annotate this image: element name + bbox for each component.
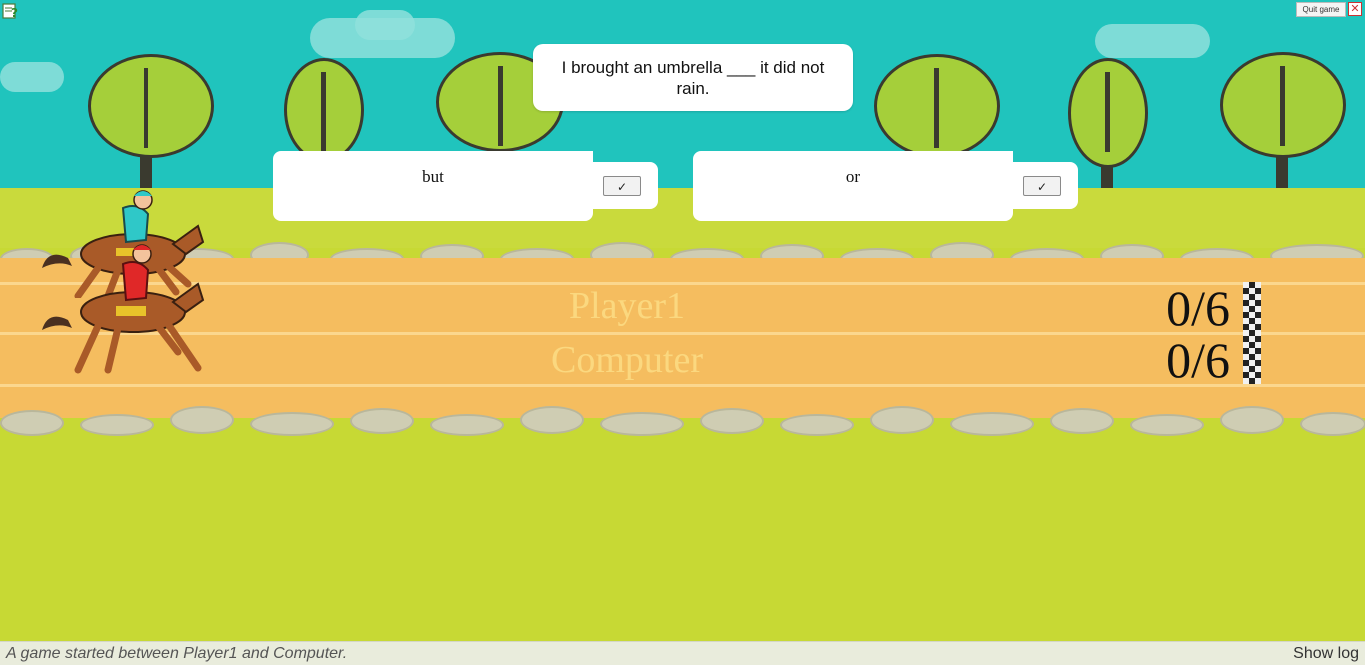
help-icon[interactable]: ? — [2, 2, 20, 20]
horse-rider-red-icon — [42, 244, 205, 374]
status-bar: A game started between Player1 and Compu… — [0, 641, 1365, 665]
answer-card-or[interactable]: or ✓ — [693, 151, 1078, 221]
fullscreen-icon[interactable]: ✕ — [1348, 2, 1362, 16]
answer-card-but[interactable]: but ✓ — [273, 151, 658, 221]
finish-flag-icon — [1243, 282, 1261, 384]
status-message: A game started between Player1 and Compu… — [6, 645, 348, 662]
cloud — [355, 10, 415, 40]
answer-label[interactable]: or — [693, 151, 1013, 221]
question-text: I brought an umbrella ___ it did not rai… — [561, 57, 825, 98]
question-box: I brought an umbrella ___ it did not rai… — [533, 44, 853, 111]
player-score: 0/6 — [1166, 280, 1230, 336]
rock-border-bottom — [0, 402, 1365, 438]
answer-label[interactable]: but — [273, 151, 593, 221]
computer-score: 0/6 — [1166, 332, 1230, 388]
player-name-computer: Computer — [551, 339, 703, 381]
check-button[interactable]: ✓ — [1023, 176, 1061, 196]
player-name-player1: Player1 — [568, 285, 686, 327]
quit-game-button[interactable]: Quit game — [1296, 2, 1346, 17]
check-button[interactable]: ✓ — [603, 176, 641, 196]
svg-text:?: ? — [11, 6, 18, 20]
cloud — [1095, 24, 1210, 58]
game-stage: I brought an umbrella ___ it did not rai… — [0, 0, 1365, 665]
show-log-button[interactable]: Show log — [1293, 642, 1359, 665]
cloud — [0, 62, 64, 92]
grass-field — [0, 440, 1365, 640]
